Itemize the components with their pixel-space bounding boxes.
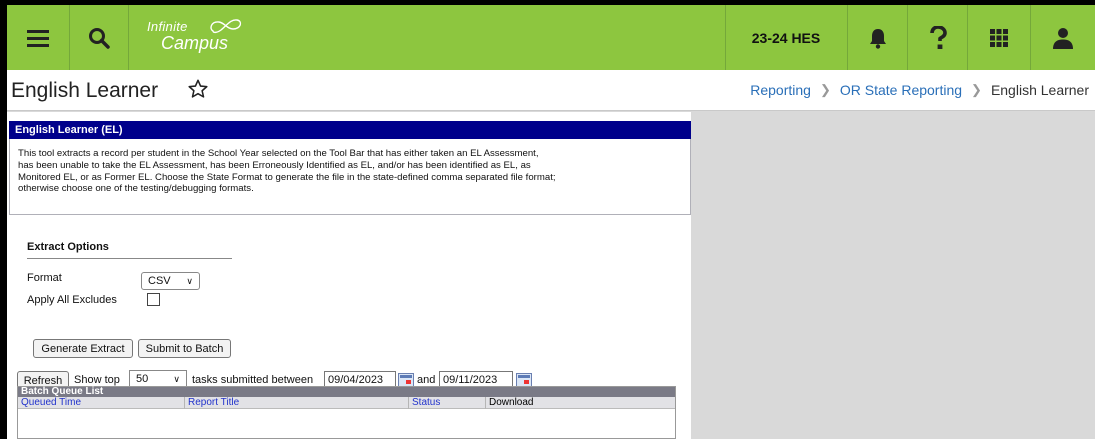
submit-to-batch-button[interactable]: Submit to Batch xyxy=(138,339,231,358)
batch-queue-list: Batch Queue List Queued Time Report Titl… xyxy=(17,386,676,439)
star-outline-icon[interactable] xyxy=(187,78,209,100)
section-title: English Learner (EL) xyxy=(9,121,691,139)
divider xyxy=(27,258,232,259)
and-label: and xyxy=(417,374,436,386)
search-button[interactable] xyxy=(70,5,128,70)
generate-extract-button[interactable]: Generate Extract xyxy=(33,339,133,358)
app-grid-icon xyxy=(990,28,1008,47)
show-top-label: Show top xyxy=(74,374,120,386)
menu-button[interactable] xyxy=(7,5,69,70)
chevron-down-icon: ∨ xyxy=(186,276,193,286)
page-header: English Learner Reporting ❯ OR State Rep… xyxy=(7,70,1095,111)
user-icon xyxy=(1053,27,1073,49)
breadcrumb-or-state-reporting[interactable]: OR State Reporting xyxy=(840,82,962,98)
column-status[interactable]: Status xyxy=(409,397,486,409)
format-select[interactable]: CSV ∨ xyxy=(141,272,200,290)
logo-text-line1: Infinite xyxy=(147,19,188,34)
format-select-value: CSV xyxy=(148,275,171,287)
top-navigation-bar: Infinite Campus 23-24 HES xyxy=(7,5,1095,70)
tool-description: This tool extracts a record per student … xyxy=(9,139,691,215)
breadcrumb-current: English Learner xyxy=(990,82,1089,98)
description-line: This tool extracts a record per student … xyxy=(18,148,539,159)
hamburger-menu-icon xyxy=(27,29,49,47)
apply-excludes-label: Apply All Excludes xyxy=(27,294,117,306)
page-title: English Learner xyxy=(11,79,159,102)
format-label: Format xyxy=(27,272,62,284)
infinite-campus-logo: Infinite Campus xyxy=(147,15,267,60)
chevron-right-icon: ❯ xyxy=(819,82,831,97)
description-line: has been unable to take the EL Assessmen… xyxy=(18,159,531,171)
column-download: Download xyxy=(489,397,534,408)
description-line: Monitored EL, or as Former EL. Choose th… xyxy=(18,171,556,183)
chevron-right-icon: ❯ xyxy=(971,82,982,97)
extract-options-title: Extract Options xyxy=(27,241,109,253)
search-icon xyxy=(89,27,110,49)
chevron-down-icon: ∨ xyxy=(173,374,180,384)
breadcrumb: Reporting ❯ OR State Reporting ❯ English… xyxy=(750,82,1089,98)
show-top-value: 50 xyxy=(136,373,149,385)
question-mark-icon xyxy=(929,25,947,49)
infinity-loop-icon xyxy=(210,19,242,34)
apply-excludes-checkbox[interactable] xyxy=(147,293,160,306)
batch-queue-title: Batch Queue List xyxy=(18,387,675,397)
school-year-selector[interactable]: 23-24 HES xyxy=(725,5,847,70)
calendar-icon[interactable] xyxy=(516,373,532,387)
batch-queue-columns: Queued Time Report Title Status Download xyxy=(18,397,675,409)
bell-icon xyxy=(869,28,886,49)
calendar-icon[interactable] xyxy=(398,373,414,387)
app-window: Infinite Campus 23-24 HES English Learne… xyxy=(7,5,1095,439)
app-switcher-button[interactable] xyxy=(968,5,1030,70)
column-report-title[interactable]: Report Title xyxy=(185,397,409,409)
notifications-button[interactable] xyxy=(848,5,907,70)
help-button[interactable] xyxy=(908,5,967,70)
description-line: otherwise choose one of the testing/debu… xyxy=(18,183,254,195)
breadcrumb-reporting[interactable]: Reporting xyxy=(750,82,811,98)
tasks-submitted-label: tasks submitted between xyxy=(192,374,314,386)
column-queued-time[interactable]: Queued Time xyxy=(18,397,185,409)
user-account-button[interactable] xyxy=(1031,5,1095,70)
